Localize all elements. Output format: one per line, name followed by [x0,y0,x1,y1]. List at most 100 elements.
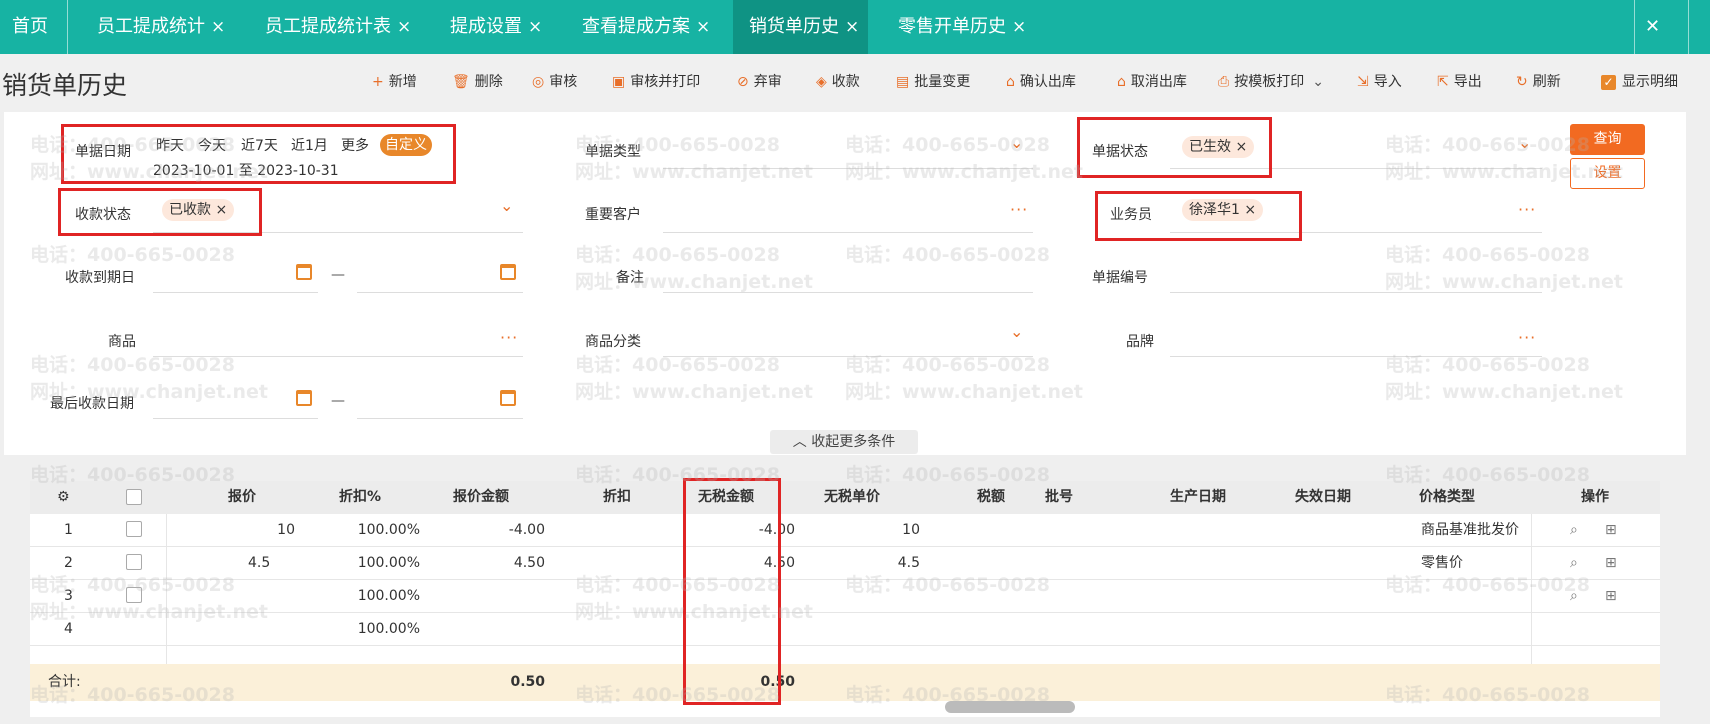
brand-input[interactable] [1170,356,1542,357]
chevron-down-icon[interactable]: ⌄ [1010,322,1023,341]
table-row[interactable]: 3 100.00% ⌕ ⊞ [30,580,1660,613]
show-detail-checkbox[interactable]: ✓ 显示明细 [1601,54,1678,110]
column-settings-icon[interactable]: ⚙ [57,481,70,514]
range-dash: — [331,393,345,409]
settings-button[interactable]: 设置 [1570,158,1645,189]
grid-icon[interactable]: ⊞ [1605,588,1617,604]
column-header: 报价 [228,489,256,505]
remark-input[interactable] [663,292,1033,293]
button-label: 按模板打印 [1234,74,1305,90]
row-checkbox[interactable] [126,587,142,603]
plus-icon: + [372,74,384,90]
trash-icon: 🗑 [452,74,470,90]
view-detail-icon[interactable]: ⌕ [1570,588,1578,604]
more-dots-icon[interactable]: ··· [500,328,518,347]
delete-button[interactable]: 🗑 删除 [452,54,503,110]
tab-retail-history[interactable]: 零售开单历史 × [898,0,1026,54]
tab-view-commission-plan[interactable]: 查看提成方案 × [582,0,710,54]
category-label: 商品分类 [585,334,641,350]
column-header: 操作 [1581,489,1609,505]
row-checkbox[interactable] [126,521,142,537]
select-all-checkbox[interactable] [126,489,142,505]
highlight-box [683,478,781,705]
tab-label: 首页 [12,16,48,37]
export-icon: ⇱ [1437,74,1449,90]
product-input[interactable] [153,356,523,357]
row-number: 3 [64,588,73,604]
doc-type-select[interactable] [663,168,1033,169]
row-checkbox[interactable] [126,554,142,570]
tab-employee-commission-report[interactable]: 员工提成统计表 × [265,0,411,54]
query-button[interactable]: 查询 [1570,124,1645,155]
cell-discount-pct: 100.00% [357,555,420,571]
tab-sales-history[interactable]: 销货单历史 × [733,0,868,54]
close-icon[interactable]: × [1012,17,1026,37]
toolbar: 销货单历史 + 新增 🗑 删除 ◎ 审核 ▣ 审核并打印 ⊘ 弃审 ◈ 收款 ▤ 批量变更 ⌂… [0,54,1710,110]
tab-separator [1634,0,1635,54]
due-date-start[interactable] [153,292,318,293]
highlight-box [58,188,262,236]
tab-label: 员工提成统计 [97,16,205,37]
close-icon[interactable]: × [211,17,225,37]
button-label: 弃审 [753,74,782,90]
view-detail-icon[interactable]: ⌕ [1570,555,1578,571]
audit-button[interactable]: ◎ 审核 [532,54,577,110]
calendar-icon[interactable] [500,264,516,280]
row-number: 4 [64,621,73,637]
refresh-button[interactable]: ↻ 刷新 [1516,54,1561,110]
cancel-outbound-button[interactable]: ⌂ 取消出库 [1117,54,1187,110]
cell-price-type: 商品基准批发价 [1421,522,1519,538]
more-dots-icon[interactable]: ··· [1518,328,1536,347]
last-pay-date-label: 最后收款日期 [50,396,134,412]
last-pay-date-start[interactable] [153,418,318,419]
button-label: 刷新 [1532,74,1561,90]
doc-no-input[interactable] [1170,292,1542,293]
add-button[interactable]: + 新增 [372,54,417,110]
unaudit-button[interactable]: ⊘ 弃审 [737,54,782,110]
chevron-down-icon[interactable]: ⌄ [1518,133,1531,152]
confirm-outbound-button[interactable]: ⌂ 确认出库 [1006,54,1076,110]
more-dots-icon[interactable]: ··· [1010,200,1028,219]
chevron-down-icon[interactable]: ⌄ [500,196,513,215]
close-icon[interactable]: × [397,17,411,37]
key-customer-input[interactable] [663,232,1033,233]
calendar-icon[interactable] [296,390,312,406]
category-select[interactable] [663,356,1033,357]
more-dots-icon[interactable]: ··· [1518,200,1536,219]
import-button[interactable]: ⇲ 导入 [1357,54,1402,110]
close-icon[interactable]: × [528,17,542,37]
table-row[interactable]: 2 4.5 100.00% 4.50 4.50 4.5 零售价 ⌕ ⊞ [30,547,1660,580]
cell-quote: 10 [277,522,295,538]
cell-price-type: 零售价 [1421,555,1463,571]
tab-employee-commission[interactable]: 员工提成统计 × [97,0,225,54]
calendar-icon[interactable] [296,264,312,280]
tab-commission-settings[interactable]: 提成设置 × [450,0,542,54]
cell-discount-pct: 100.00% [357,522,420,538]
due-date-end[interactable] [357,292,523,293]
grid-icon[interactable]: ⊞ [1605,555,1617,571]
table-row[interactable]: 1 10 100.00% -4.00 -4.00 10 商品基准批发价 ⌕ ⊞ [30,514,1660,547]
batch-change-button[interactable]: ▤ 批量变更 [896,54,970,110]
audit-print-icon: ▣ [612,74,626,90]
close-icon[interactable]: × [696,17,710,37]
horizontal-scrollbar[interactable] [945,701,1075,713]
calendar-icon[interactable] [500,390,516,406]
button-label: 收款 [831,74,860,90]
audit-print-button[interactable]: ▣ 审核并打印 [612,54,700,110]
tab-home[interactable]: 首页 [12,0,48,54]
table-row[interactable]: 4 100.00% [30,613,1660,646]
close-icon[interactable]: × [845,17,859,37]
receipt-button[interactable]: ◈ 收款 [816,54,860,110]
last-pay-date-end[interactable] [357,418,523,419]
template-print-button[interactable]: ⎙ 按模板打印 ⌄ [1218,54,1324,110]
export-button[interactable]: ⇱ 导出 [1437,54,1482,110]
collapse-conditions-button[interactable]: ︿ 收起更多条件 [770,430,918,454]
cell-notax-price: 10 [902,522,920,538]
window-close-icon[interactable]: ✕ [1645,0,1660,54]
chevron-down-icon[interactable]: ⌄ [1010,133,1023,152]
view-detail-icon[interactable]: ⌕ [1570,522,1578,538]
button-label: 导入 [1373,74,1402,90]
grid-icon[interactable]: ⊞ [1605,522,1617,538]
audit-icon: ◎ [532,74,545,90]
column-header: 报价金额 [453,489,509,505]
